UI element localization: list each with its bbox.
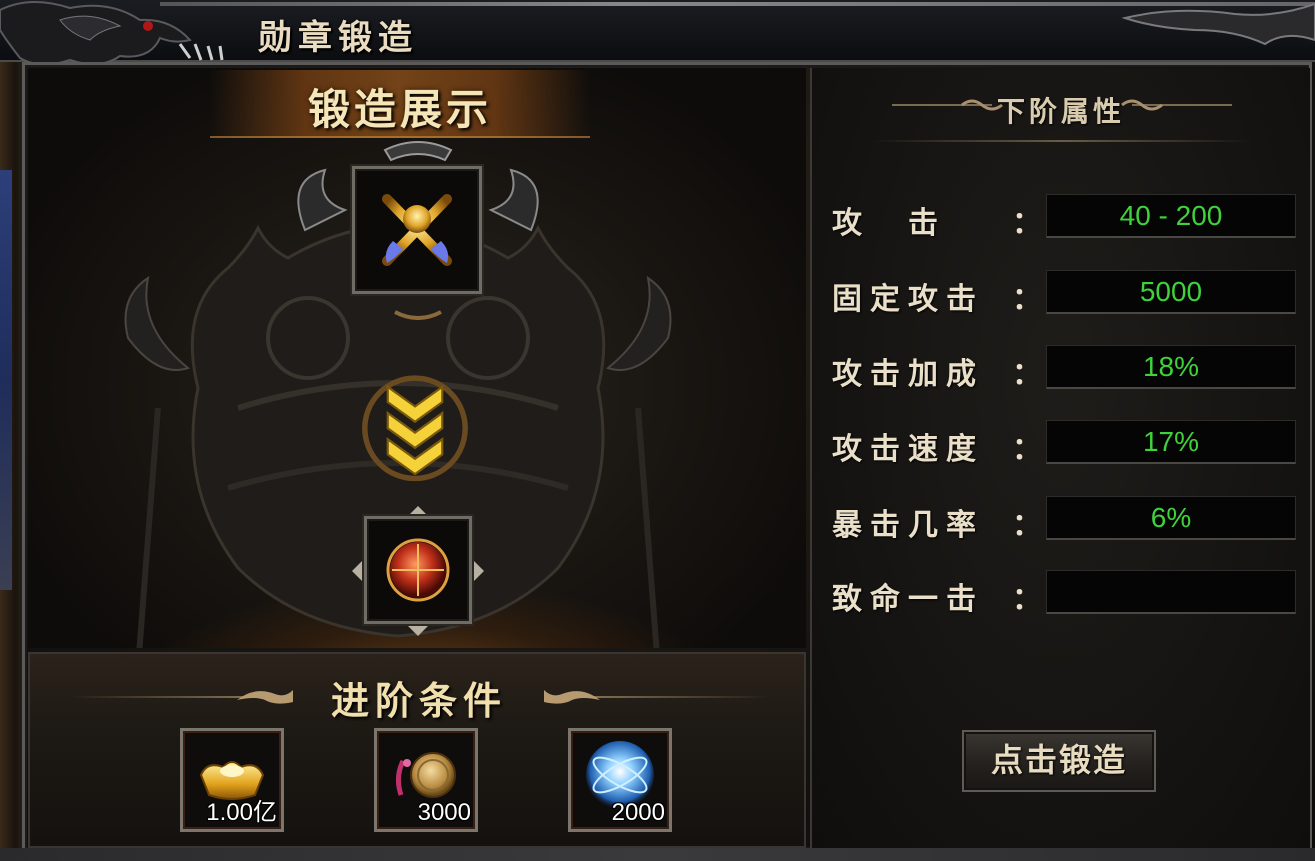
requirement-slot-token[interactable]: 3000 (374, 728, 478, 832)
attribute-colon: ： (1012, 206, 1042, 241)
attribute-value: 17% (1046, 420, 1296, 464)
attribute-value (1046, 570, 1296, 614)
corner-ornament-icon (1121, 2, 1315, 46)
display-title: 锻造展示 (307, 85, 492, 134)
requirement-slot-gold[interactable]: 1.00亿 (180, 728, 284, 832)
attribute-row-fatal-strike: 致命一击 ： (812, 570, 1310, 617)
window-title: 勋章锻造 (258, 18, 418, 58)
attribute-colon: ： (1012, 582, 1042, 617)
crossed-swords-medal-icon (382, 194, 452, 266)
attribute-value: 5000 (1046, 270, 1296, 314)
medal-forge-window: 勋章锻造 锻造展示 进阶条件 1.00亿 3000 2000 下阶属性 攻 击 … (0, 0, 1315, 861)
attribute-colon: ： (1012, 432, 1042, 467)
attribute-label: 固定攻击 (832, 282, 984, 317)
attribute-label: 攻击加成 (832, 357, 984, 392)
attribute-value: 40 - 200 (1046, 194, 1296, 238)
attribute-row-attack-speed: 攻击速度 ： 17% (812, 420, 1310, 467)
target-medal-slot[interactable] (352, 166, 482, 294)
forge-button[interactable]: 点击锻造 (962, 730, 1156, 792)
red-medal-orb-icon (386, 538, 450, 602)
attributes-title: 下阶属性 (996, 95, 1125, 128)
attribute-value: 6% (1046, 496, 1296, 540)
forge-arrow-down-icon (362, 375, 468, 482)
attribute-row-fixed-attack: 固定攻击 ： 5000 (812, 270, 1310, 317)
attribute-label: 暴击几率 (832, 508, 984, 543)
attribute-colon: ： (1012, 282, 1042, 317)
source-medal-slot[interactable] (364, 516, 472, 624)
attribute-row-attack-bonus: 攻击加成 ： 18% (812, 345, 1310, 392)
upgrade-conditions-panel: 进阶条件 1.00亿 3000 2000 (28, 652, 806, 848)
attribute-colon: ： (1012, 357, 1042, 392)
attribute-label: 攻击速度 (832, 432, 984, 467)
bottom-frame-strip (0, 848, 1315, 861)
attribute-row-attack: 攻 击 ： 40 - 200 (812, 194, 1310, 241)
attribute-row-crit-rate: 暴击几率 ： 6% (812, 496, 1310, 543)
attribute-label: 致命一击 (832, 582, 984, 617)
requirement-slot-energy[interactable]: 2000 (568, 728, 672, 832)
conditions-title: 进阶条件 (330, 678, 507, 723)
attribute-value: 18% (1046, 345, 1296, 389)
requirement-quantity: 1.00亿 (206, 799, 277, 826)
requirement-quantity: 3000 (417, 799, 471, 826)
requirement-quantity: 2000 (611, 799, 665, 826)
attribute-colon: ： (1012, 508, 1042, 543)
attribute-label: 攻 击 (832, 206, 946, 241)
